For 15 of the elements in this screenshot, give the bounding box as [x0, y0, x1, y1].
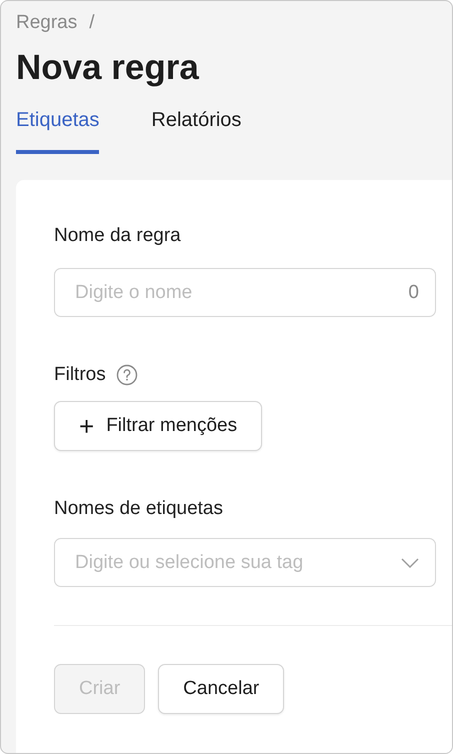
- filter-mentions-button[interactable]: + Filtrar menções: [54, 401, 262, 451]
- breadcrumb-link[interactable]: Regras: [16, 12, 78, 34]
- name-input-field[interactable]: Digite o nome 0: [54, 268, 436, 317]
- field-label: Nome da regra: [54, 224, 182, 248]
- cancel-button[interactable]: Cancelar: [158, 664, 284, 714]
- page-title: Nova regra: [16, 47, 200, 89]
- field-label: Nomes de etiquetas: [54, 497, 224, 521]
- tab[interactable]: Relatórios: [151, 109, 242, 154]
- help-icon[interactable]: [116, 364, 138, 386]
- tag-select-field[interactable]: Digite ou selecione sua tag: [54, 538, 436, 587]
- character-counter: 0: [408, 282, 419, 304]
- chevron-down-icon: [401, 558, 419, 568]
- field-label: Filtros: [54, 363, 106, 387]
- tab[interactable]: Etiquetas: [16, 109, 100, 154]
- breadcrumb-separator: /: [89, 12, 95, 34]
